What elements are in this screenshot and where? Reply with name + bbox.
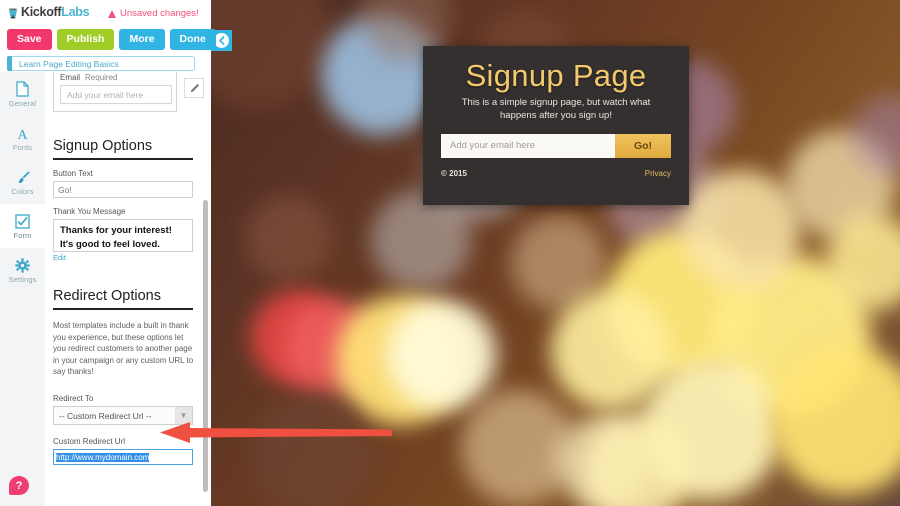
signup-form: Add your email here Go! — [441, 134, 671, 158]
editor-action-buttons: Save Publish More - Done — [7, 29, 216, 66]
signup-tagline: This is a simple signup page, but watch … — [461, 97, 651, 121]
unsaved-changes-indicator: Unsaved changes! — [108, 8, 199, 19]
help-button[interactable]: ? — [9, 476, 29, 495]
redirect-options-heading: Redirect Options — [53, 288, 193, 310]
unsaved-changes-label: Unsaved changes! — [120, 8, 199, 19]
warning-triangle-icon — [108, 9, 116, 18]
sidebar-item-general[interactable]: General — [0, 72, 45, 116]
sidebar-label-colors: Colors — [11, 186, 34, 196]
signup-options-heading: Signup Options — [53, 138, 193, 160]
thank-you-line-1: Thanks for your interest! — [60, 225, 172, 236]
learn-bar-tab — [7, 56, 12, 71]
redirect-to-label: Redirect To — [53, 393, 94, 403]
sidebar-label-fonts: Fonts — [12, 142, 33, 152]
bokeh-circle — [211, 0, 331, 110]
sidebar-nav: General A Fonts Colors Form Settings — [0, 72, 45, 506]
button-text-label: Button Text — [53, 169, 93, 178]
app-root: KickoffLabs Unsaved changes! Save Publis… — [0, 0, 900, 506]
save-button[interactable]: Save — [7, 29, 52, 50]
more-button[interactable]: More - — [119, 29, 165, 66]
done-button[interactable]: Done — [169, 29, 216, 50]
letter-a-icon: A — [15, 125, 30, 142]
kickofflabs-logo[interactable]: KickoffLabs — [7, 5, 90, 19]
button-text-input[interactable]: Go! — [53, 181, 193, 198]
sidebar-item-form[interactable]: Form — [0, 204, 45, 248]
chevron-left-icon — [214, 33, 229, 48]
email-required-text: Required — [85, 73, 118, 82]
redirect-options-description: Most templates include a built in thank … — [53, 321, 194, 376]
logo-text-labs: Labs — [61, 5, 90, 19]
learn-page-editing-basics-bar[interactable]: Learn Page Editing Basics — [7, 56, 195, 71]
gear-icon — [15, 257, 30, 274]
email-field-label: Email Required — [60, 73, 170, 82]
pane-scrollbar[interactable] — [203, 200, 208, 492]
thank-you-line-2: It's good to feel loved. — [60, 239, 160, 250]
paintbrush-icon — [15, 169, 31, 186]
edit-link[interactable]: Edit — [53, 253, 197, 262]
email-field-card: Email Required Add your email here — [53, 72, 177, 112]
sidebar-label-form: Form — [13, 230, 32, 240]
checkbox-icon — [15, 213, 30, 230]
bokeh-circle — [251, 395, 371, 506]
svg-text:A: A — [17, 128, 28, 141]
trophy-cup-icon — [7, 6, 19, 19]
sidebar-item-settings[interactable]: Settings — [0, 248, 45, 292]
bokeh-circle — [246, 195, 331, 280]
publish-button[interactable]: Publish — [56, 29, 115, 50]
logo-text-kickoff: Kickoff — [21, 5, 62, 19]
thank-you-message-label: Thank You Message — [53, 207, 126, 216]
signup-title: Signup Page — [465, 58, 647, 93]
sidebar-item-fonts[interactable]: A Fonts — [0, 116, 45, 160]
sidebar-label-settings: Settings — [8, 274, 37, 284]
sidebar-label-general: General — [8, 98, 37, 108]
document-icon — [16, 81, 29, 98]
signup-go-button[interactable]: Go! — [615, 134, 671, 158]
bokeh-circle — [681, 170, 801, 290]
copyright-text: © 2015 — [441, 169, 467, 178]
editor-topbar: KickoffLabs Unsaved changes! Save Publis… — [0, 0, 216, 72]
custom-redirect-url-value: http://www.mydomain.com — [56, 452, 150, 462]
privacy-link[interactable]: Privacy — [645, 169, 671, 178]
pencil-icon[interactable] — [184, 78, 204, 98]
red-left-arrow-annotation — [160, 422, 392, 443]
bokeh-circle — [371, 190, 471, 290]
signup-email-input[interactable]: Add your email here — [441, 134, 615, 158]
sidebar-item-colors[interactable]: Colors — [0, 160, 45, 204]
bokeh-circle — [386, 300, 496, 410]
learn-bar-label: Learn Page Editing Basics — [19, 58, 119, 69]
email-input[interactable]: Add your email here — [60, 85, 172, 104]
signup-page-preview: Signup Page This is a simple signup page… — [423, 46, 689, 205]
email-label-text: Email — [60, 73, 81, 82]
signup-footer: © 2015 Privacy — [441, 169, 671, 178]
thank-you-message-preview[interactable]: Thanks for your interest! It's good to f… — [53, 219, 193, 252]
custom-redirect-url-input[interactable]: http://www.mydomain.com — [53, 448, 193, 465]
